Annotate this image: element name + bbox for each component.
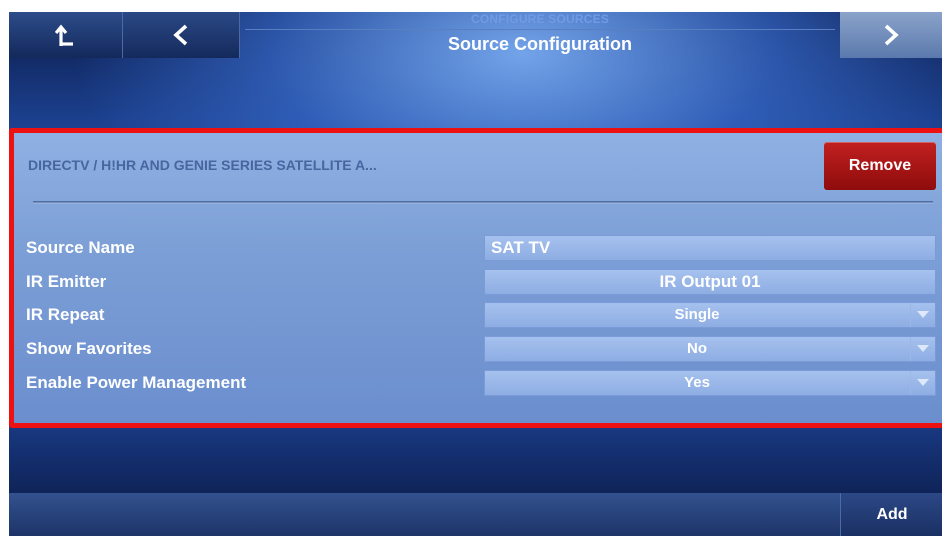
next-button[interactable] (840, 12, 942, 58)
page-title: Source Configuration (448, 34, 632, 54)
row-show-favorites: Show Favorites No (26, 336, 936, 362)
show-favorites-value: No (687, 340, 707, 357)
return-up-icon (54, 24, 73, 46)
show-favorites-label: Show Favorites (26, 339, 152, 358)
home-button[interactable] (9, 12, 123, 58)
row-ir-repeat: IR Repeat Single (26, 302, 936, 328)
source-config-panel: DIRECTV / H!HR AND GENIE SERIES SATELLIT… (9, 128, 942, 428)
panel-divider (33, 201, 933, 204)
title-area: CONFIGURE SOURCES Source Configuration (240, 12, 840, 58)
source-name-field[interactable]: SAT TV (484, 235, 936, 261)
chevron-down-icon[interactable] (910, 337, 935, 361)
chevron-right-icon (884, 24, 899, 46)
touch-panel-screen: CONFIGURE SOURCES Source Configuration D… (9, 12, 942, 536)
power-management-label: Enable Power Management (26, 373, 247, 392)
bottom-bar: Add (9, 493, 942, 536)
top-bar: CONFIGURE SOURCES Source Configuration (9, 12, 942, 58)
power-management-select[interactable]: Yes (484, 370, 936, 396)
row-ir-emitter: IR Emitter IR Output 01 (26, 269, 936, 295)
ir-repeat-value: Single (674, 306, 720, 323)
row-power-management: Enable Power Management Yes (26, 370, 936, 396)
ir-emitter-label: IR Emitter (26, 272, 107, 291)
device-name: DIRECTV / H!HR AND GENIE SERIES SATELLIT… (28, 157, 377, 173)
row-source-name: Source Name SAT TV (26, 235, 936, 261)
ir-repeat-select[interactable]: Single (484, 302, 936, 328)
page-subtitle: CONFIGURE SOURCES (470, 12, 610, 26)
chevron-down-icon[interactable] (910, 371, 935, 395)
remove-button[interactable]: Remove (824, 142, 936, 190)
add-button[interactable]: Add (840, 493, 942, 536)
source-name-label: Source Name (26, 238, 135, 257)
title-divider (245, 29, 835, 30)
ir-repeat-label: IR Repeat (26, 305, 105, 324)
show-favorites-select[interactable]: No (484, 336, 936, 362)
back-button[interactable] (123, 12, 240, 58)
chevron-left-icon (173, 24, 188, 46)
power-management-value: Yes (684, 374, 710, 391)
ir-emitter-field[interactable]: IR Output 01 (484, 269, 936, 295)
chevron-down-icon[interactable] (910, 303, 935, 327)
